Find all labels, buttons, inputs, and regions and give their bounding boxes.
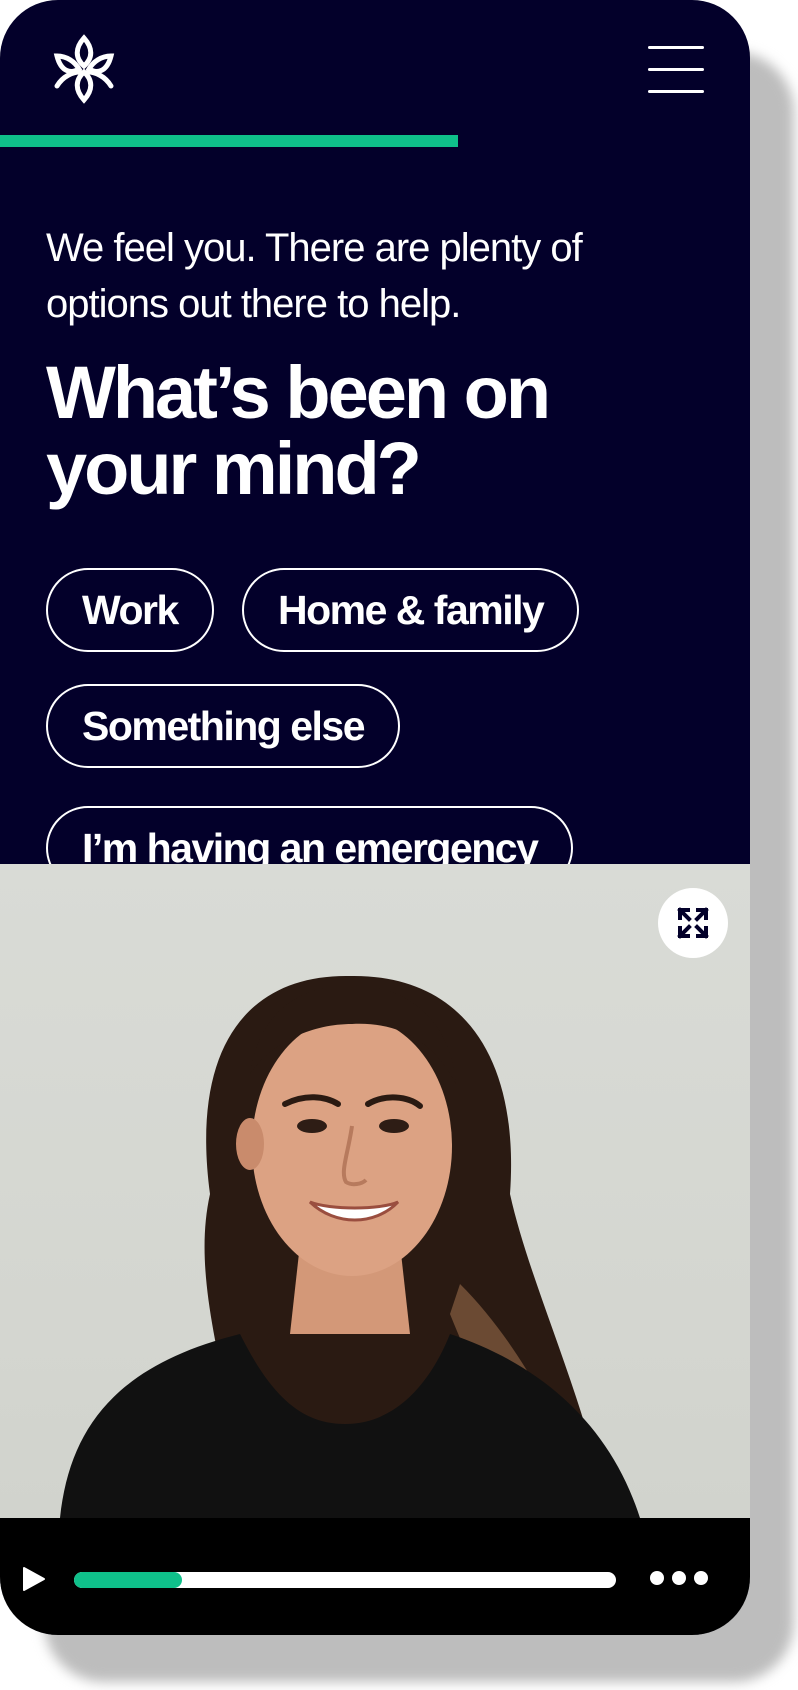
- expand-button[interactable]: [658, 888, 728, 958]
- option-work-button[interactable]: Work: [46, 568, 214, 652]
- hamburger-menu-icon[interactable]: [648, 46, 706, 94]
- intro-text: We feel you. There are plenty of options…: [46, 226, 583, 326]
- headline-line-1: What’s been on: [46, 351, 551, 434]
- option-something-else-button[interactable]: Something else: [46, 684, 401, 768]
- phone-frame: We feel you. There are plenty of options…: [0, 0, 750, 1635]
- step-progress-bar: [0, 135, 458, 147]
- video-player[interactable]: [0, 864, 750, 1635]
- more-dots-icon[interactable]: [650, 1568, 710, 1588]
- video-progress-fill: [74, 1572, 183, 1588]
- video-progress-track[interactable]: [74, 1572, 616, 1588]
- expand-icon: [677, 907, 709, 939]
- option-home-family-button[interactable]: Home & family: [242, 568, 580, 652]
- headline-line-2: your mind?: [46, 427, 422, 510]
- page-headline: What’s been on your mind?: [46, 355, 706, 507]
- video-controls-bar: [0, 1518, 750, 1635]
- lotus-logo-icon[interactable]: [53, 34, 115, 104]
- play-icon[interactable]: [22, 1566, 46, 1592]
